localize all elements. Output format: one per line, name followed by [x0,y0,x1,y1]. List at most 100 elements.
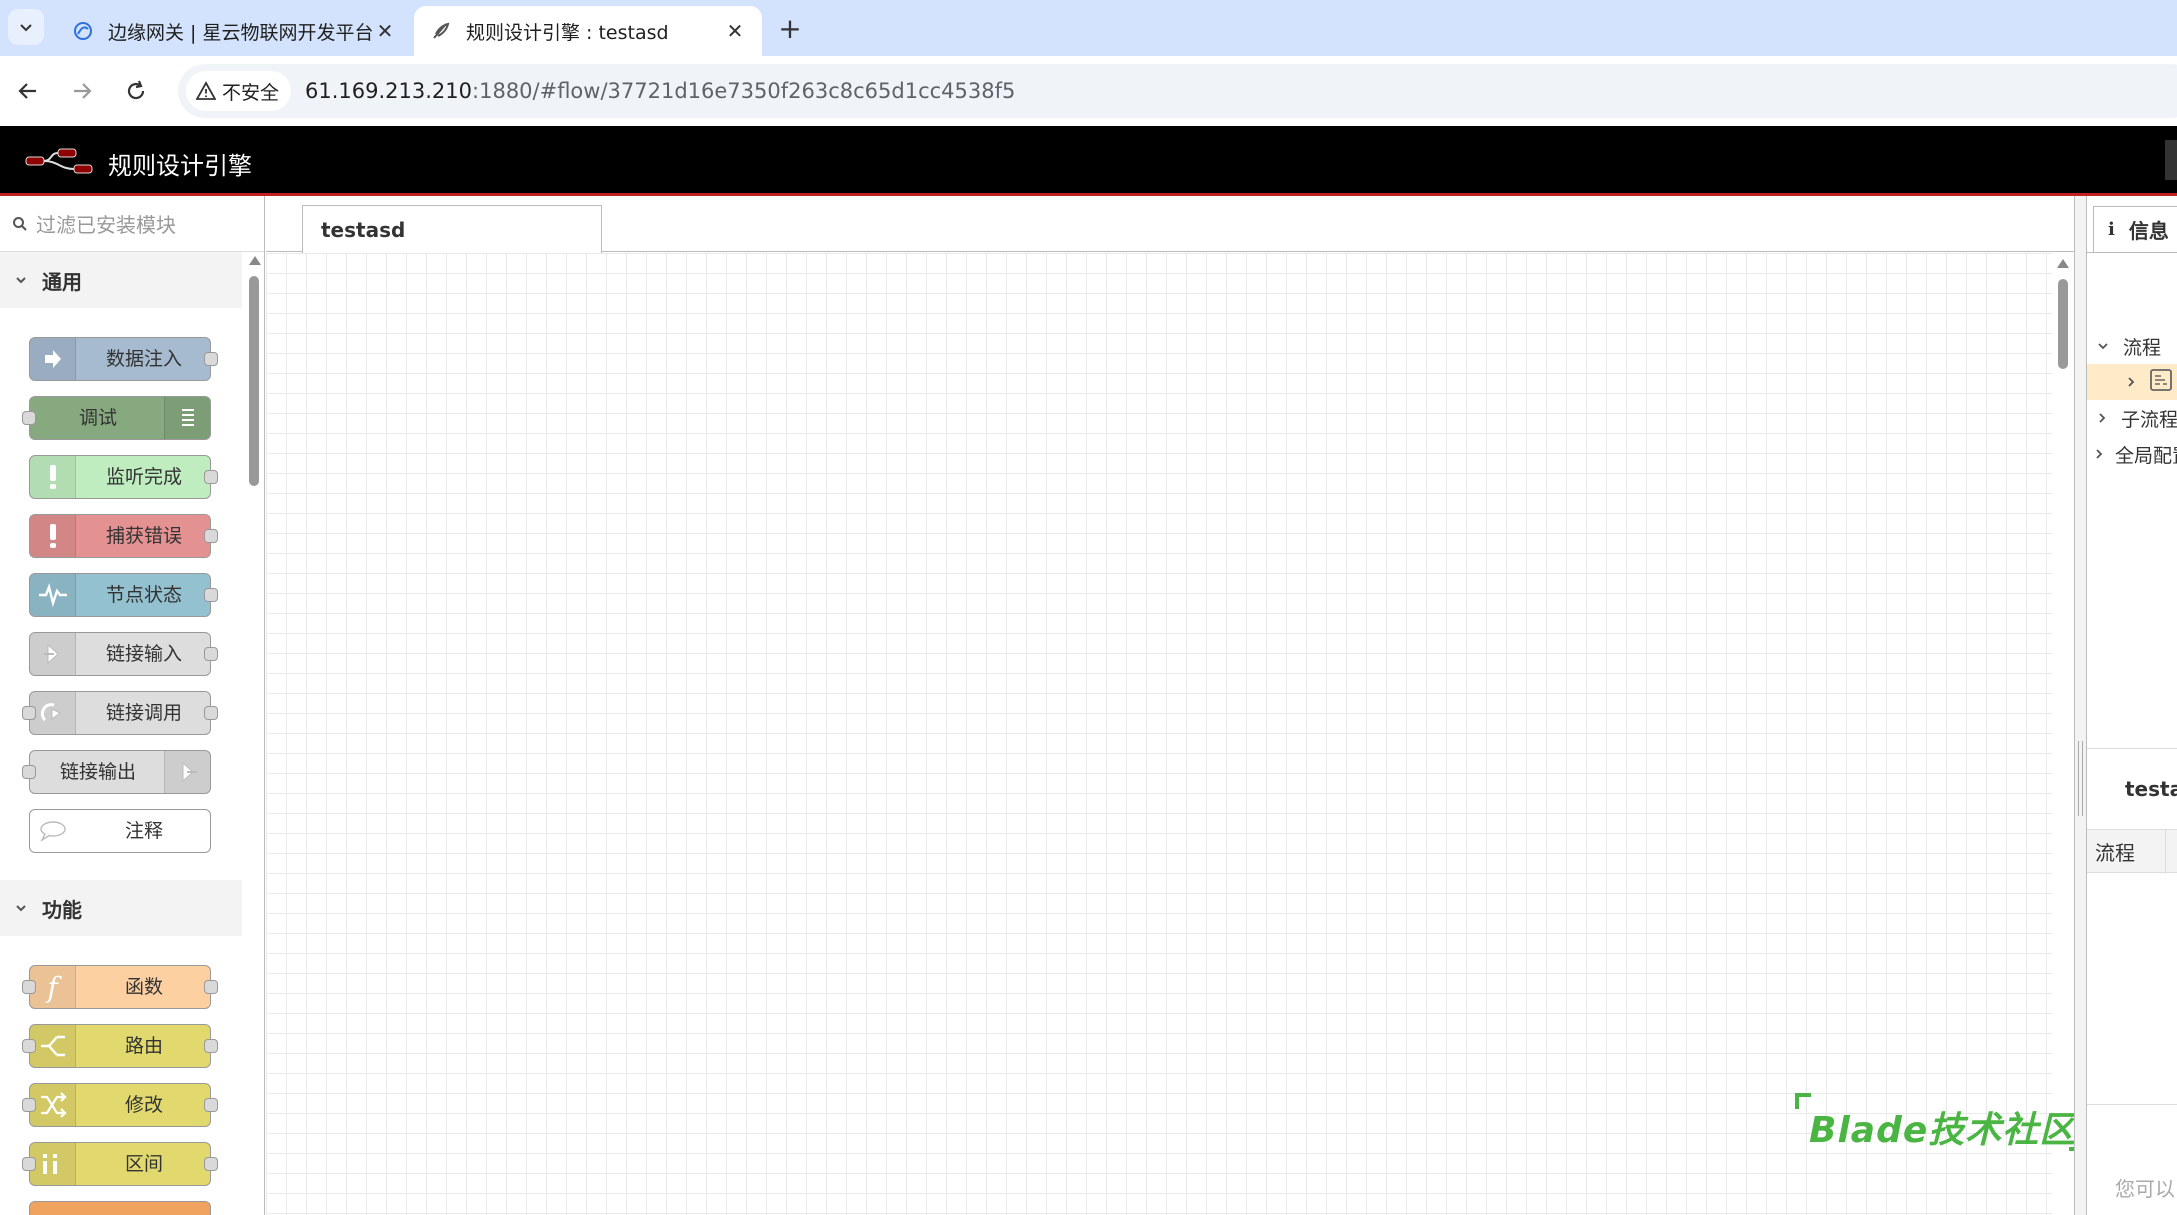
node-label: 链接输出 [59,761,136,783]
switch-icon [30,1025,76,1067]
palette-scrollbar[interactable] [244,252,264,1215]
grip-icon [2078,741,2083,816]
scrollbar-thumb[interactable] [249,276,259,486]
category-common-header[interactable]: 通用 [0,252,242,308]
tree-item-flows[interactable]: 流程 [2087,328,2177,364]
tree-item-label: 全局配置节点 [2115,444,2177,467]
scrollbar-thumb[interactable] [2058,279,2068,369]
category-function-header[interactable]: 功能 [0,880,242,936]
node-label: 链接调用 [105,702,182,724]
new-tab-button[interactable]: + [772,10,808,46]
palette-node-change[interactable]: 修改 [29,1083,211,1127]
node-input-port[interactable] [22,1039,36,1053]
detail-row: 流程 [2087,829,2177,874]
tree-item-label: 流程 [2123,336,2162,359]
node-palette: 过滤已安装模块 通用 数据注入 调试 监听完成 捕获错误 节点状态 链接输入 链… [0,196,265,1215]
palette-node-link-out[interactable]: 链接输出 [29,750,211,794]
status-pulse-icon [30,574,76,616]
close-icon[interactable]: ✕ [374,19,396,43]
node-input-port[interactable] [22,706,36,720]
node-output-port[interactable] [204,1157,218,1171]
flow-icon [2149,368,2173,397]
node-output-port[interactable] [204,352,218,366]
flow-tab[interactable]: testasd [302,205,602,253]
sidebar-resize-handle[interactable] [2074,196,2086,1215]
node-output-port[interactable] [204,588,218,602]
flow-canvas[interactable] [266,253,2052,1215]
tab-title: 规则设计引擎 : testasd [466,21,669,44]
node-input-port[interactable] [22,1157,36,1171]
nebula-icon [72,20,94,42]
tree-item-subflows[interactable]: 子流程 [2087,400,2177,436]
node-output-port[interactable] [204,529,218,543]
palette-search-input[interactable]: 过滤已安装模块 [36,209,176,238]
tab-info[interactable]: i 信息 [2093,206,2177,252]
node-input-port[interactable] [22,765,36,779]
palette-node-debug[interactable]: 调试 [29,396,211,440]
palette-node-link-call[interactable]: 链接调用 [29,691,211,735]
inject-arrow-icon [30,338,76,380]
node-label: 区间 [124,1153,163,1175]
palette-node-range[interactable]: 区间 [29,1142,211,1186]
tree-item-label: 子流程 [2120,408,2177,431]
detail-row-label: 流程 [2095,840,2135,865]
security-chip[interactable]: 不安全 [186,71,292,111]
palette-node-partial[interactable] [29,1201,211,1215]
deploy-button[interactable] [2165,140,2177,180]
tree-item-global-config[interactable]: 全局配置节点 [2087,436,2177,472]
node-label: 调试 [78,407,117,429]
palette-node-status[interactable]: 节点状态 [29,573,211,617]
reload-button[interactable] [118,73,154,109]
node-output-port[interactable] [204,647,218,661]
divider [2087,252,2177,253]
tab-search-button[interactable] [8,9,44,45]
info-sidebar: i 信息 流程 子流程 全局配置节点 testasd 流程 您可以 [2086,196,2177,1215]
palette-node-inject[interactable]: 数据注入 [29,337,211,381]
node-output-port[interactable] [204,980,218,994]
canvas-scrollbar[interactable] [2052,253,2074,1215]
browser-tab-platform[interactable]: 边缘网关 | 星云物联网开发平台 ✕ [56,6,412,56]
complete-exclamation-icon [30,456,76,498]
palette-node-complete[interactable]: 监听完成 [29,455,211,499]
app-header: 规则设计引擎 [0,126,2177,196]
browser-tab-rule-engine[interactable]: 规则设计引擎 : testasd ✕ [414,6,762,56]
tab-title: 边缘网关 | 星云物联网开发平台 [108,21,374,44]
change-icon [30,1084,76,1126]
address-bar[interactable]: 不安全 61.169.213.210:1880/#flow/37721d16e7… [178,64,2177,118]
comment-bubble-icon [30,810,76,852]
link-call-icon [30,692,76,734]
node-label: 数据注入 [105,348,182,370]
url-text[interactable]: 61.169.213.210:1880/#flow/37721d16e7350f… [305,79,1015,103]
close-icon[interactable]: ✕ [724,19,746,43]
palette-node-function[interactable]: f 函数 [29,965,211,1009]
node-output-port[interactable] [204,1098,218,1112]
node-output-port[interactable] [204,706,218,720]
node-label: 捕获错误 [105,525,182,547]
browser-toolbar: 不安全 61.169.213.210:1880/#flow/37721d16e7… [0,56,2177,126]
palette-search[interactable]: 过滤已安装模块 [0,196,264,252]
scroll-up-arrow-icon [249,256,261,265]
node-input-port[interactable] [22,411,36,425]
node-output-port[interactable] [204,470,218,484]
catch-exclamation-icon [30,515,76,557]
node-output-port[interactable] [204,1039,218,1053]
tree-item-selected-flow[interactable] [2087,364,2177,400]
chevron-down-icon [16,905,26,912]
range-icon [30,1143,76,1185]
node-input-port[interactable] [22,980,36,994]
palette-node-comment[interactable]: 注释 [29,809,211,853]
palette-node-link-in[interactable]: 链接输入 [29,632,211,676]
help-panel: 您可以 [2087,1104,2177,1215]
palette-node-switch[interactable]: 路由 [29,1024,211,1068]
node-label: 注释 [124,820,163,842]
node-label: 监听完成 [105,466,182,488]
node-label: 函数 [124,976,163,998]
forward-button[interactable] [64,73,100,109]
palette-node-catch[interactable]: 捕获错误 [29,514,211,558]
back-button[interactable] [10,73,46,109]
url-host: 61.169.213.210 [305,79,473,103]
info-icon: i [2108,219,2115,240]
warning-triangle-icon [196,81,216,100]
node-input-port[interactable] [22,1098,36,1112]
chevron-down-icon [20,24,32,32]
